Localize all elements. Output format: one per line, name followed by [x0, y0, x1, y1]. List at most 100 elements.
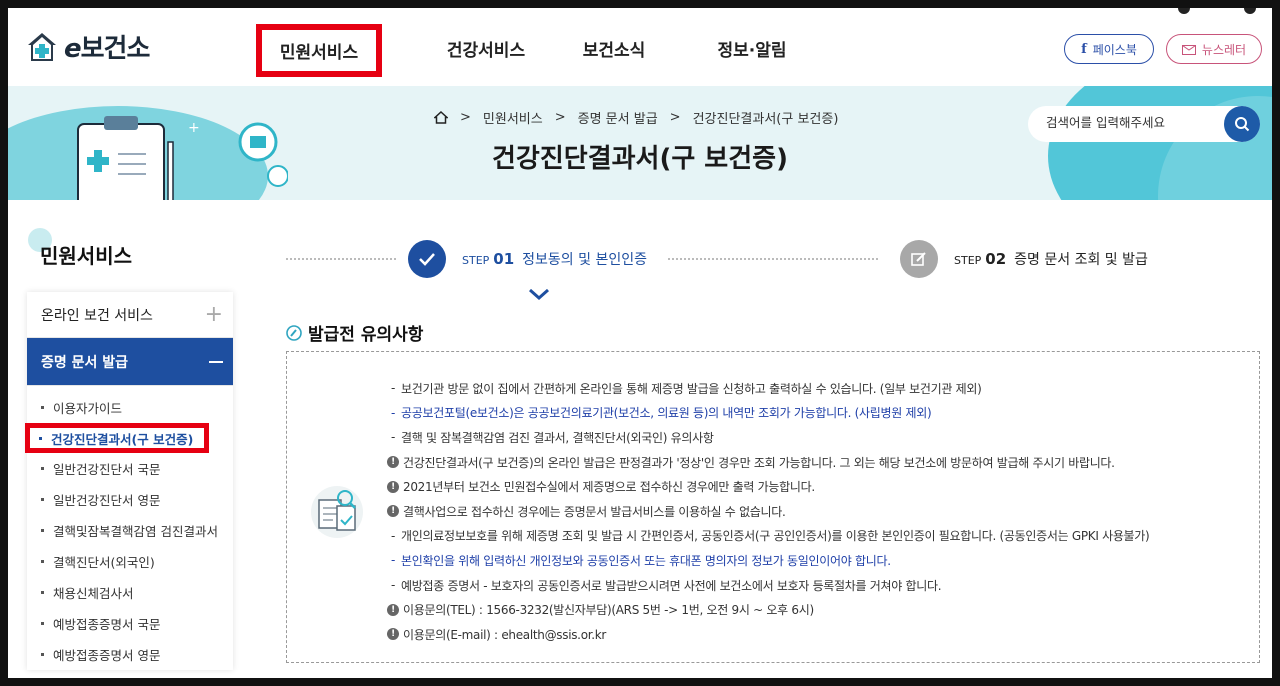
- sidebar-item-certificate[interactable]: 증명 문서 발급: [27, 338, 233, 386]
- submenu-item[interactable]: 채용신체검사서: [27, 577, 233, 608]
- exclamation-icon: !: [387, 480, 399, 493]
- site-header: e보건소 민원서비스 건강서비스 보건소식 정보·알림 f 페이스북 뉴스레터: [8, 8, 1272, 86]
- notice-text: 개인의료정보보호를 위해 제증명 조회 및 발급 시 간편인증서, 공동인증서(…: [401, 529, 1150, 544]
- notice-text: 2021년부터 보건소 민원접수실에서 제증명으로 접수하신 경우에만 출력 가…: [403, 480, 815, 495]
- search-button[interactable]: [1224, 106, 1260, 142]
- bullet-icon: [41, 406, 44, 409]
- bullet-icon: [41, 653, 44, 656]
- chevron-right-icon: >: [460, 110, 471, 125]
- notice-text: 건강진단결과서(구 보건증)의 온라인 발급은 판정결과가 '정상'인 경우만 …: [403, 455, 1115, 470]
- notice-text: 이용문의(E-mail) : ehealth@ssis.or.kr: [403, 627, 607, 642]
- submenu-label: 예방접종증명서 국문: [53, 617, 161, 632]
- nav-info-notice[interactable]: 정보·알림: [692, 24, 812, 77]
- nav-health-service[interactable]: 건강서비스: [416, 24, 556, 77]
- chevron-right-icon: >: [669, 110, 681, 125]
- sidebar-item-label: 증명 문서 발급: [41, 354, 129, 371]
- submenu-label: 결핵및잠복결핵감염 검진결과서: [53, 524, 218, 539]
- breadcrumb-item[interactable]: 민원서비스: [483, 108, 543, 127]
- home-icon[interactable]: [434, 111, 448, 124]
- notice-heading: 발급전 유의사항: [286, 320, 423, 345]
- plus-icon: +: [204, 301, 223, 327]
- submenu-item[interactable]: 일반건강진단서 영문: [27, 484, 233, 515]
- breadcrumb-item[interactable]: 증명 문서 발급: [578, 108, 658, 127]
- search-icon: [1235, 117, 1250, 132]
- newsletter-button[interactable]: 뉴스레터: [1166, 34, 1262, 64]
- exclamation-icon: !: [387, 505, 399, 518]
- page: e보건소 민원서비스 건강서비스 보건소식 정보·알림 f 페이스북 뉴스레터: [8, 8, 1272, 678]
- step-tag: STEP: [462, 254, 490, 267]
- svg-text:+: +: [188, 120, 200, 136]
- submenu-label: 채용신체검사서: [53, 586, 134, 601]
- breadcrumb-item[interactable]: 건강진단결과서(구 보건증): [693, 108, 839, 127]
- notice-item: - 예방접종 증명서 - 보호자의 공동인증서로 발급받으시려면 사전에 보건소에…: [391, 578, 942, 593]
- bullet-icon: [41, 498, 44, 501]
- notice-text: 본인확인을 위해 입력하신 개인정보와 공동인증서 또는 휴대폰 명의자의 정보…: [401, 553, 891, 568]
- submenu-label: 예방접종증명서 영문: [53, 648, 161, 663]
- notice-list: - 보건기관 방문 없이 집에서 간편하게 온라인을 통해 제증명 발급을 신청하…: [387, 376, 1150, 647]
- main-nav: 민원서비스 건강서비스 보건소식 정보·알림: [256, 24, 812, 77]
- newsletter-icon: [1181, 45, 1196, 55]
- submenu-label: 결핵진단서(외국인): [53, 555, 155, 570]
- submenu-label: 일반건강진단서 영문: [53, 493, 161, 508]
- notice-box: - 보건기관 방문 없이 집에서 간편하게 온라인을 통해 제증명 발급을 신청하…: [286, 351, 1260, 663]
- page-visual-banner: + + > 민원서비스 > 증명 문서 발급 > 건강진단결과서(구 보건증) …: [8, 86, 1272, 200]
- step-02-edit-icon: [900, 240, 938, 278]
- newsletter-label: 뉴스레터: [1201, 42, 1247, 57]
- notice-item: - 개인의료정보보호를 위해 제증명 조회 및 발급 시 간편인증서, 공동인증서…: [391, 528, 1150, 544]
- logo-prefix: e: [64, 34, 82, 64]
- submenu-label: 이용자가이드: [53, 401, 123, 416]
- bullet-icon: [41, 529, 44, 532]
- facebook-icon: f: [1081, 41, 1087, 57]
- document-search-icon: [311, 486, 363, 538]
- step-label: 증명 문서 조회 및 발급: [1014, 252, 1148, 268]
- notice-text: 예방접종 증명서 - 보호자의 공동인증서로 발급받으시려면 사전에 보건소에서…: [401, 578, 942, 593]
- facebook-label: 페이스북: [1092, 42, 1137, 57]
- submenu-item[interactable]: 일반건강진단서 국문: [27, 453, 233, 484]
- sidebar-title: 민원서비스: [40, 244, 132, 268]
- step-label: 정보동의 및 본인인증: [522, 252, 647, 268]
- submenu-item[interactable]: 예방접종증명서 영문: [27, 639, 233, 670]
- notice-item-highlight: - 본인확인을 위해 입력하신 개인정보와 공동인증서 또는 휴대폰 명의자의 정…: [391, 553, 891, 568]
- submenu-label: 건강진단결과서(구 보건증): [51, 431, 194, 447]
- bullet-icon: [41, 467, 44, 470]
- submenu-item[interactable]: 결핵진단서(외국인): [27, 546, 233, 577]
- notice-text: 공공보건포털(e보건소)은 공공보건의료기관(보건소, 의료원 등)의 내역만 …: [401, 406, 932, 421]
- nav-civil-service[interactable]: 민원서비스: [256, 24, 382, 77]
- sidebar-item-online-health[interactable]: 온라인 보건 서비스 +: [27, 292, 233, 338]
- submenu-item[interactable]: 결핵및잠복결핵감염 검진결과서: [27, 515, 233, 546]
- step-indicator: STEP 01 정보동의 및 본인인증 STEP 02 증명 문서 조회 및 발급: [286, 238, 1246, 300]
- submenu-item-current[interactable]: 건강진단결과서(구 보건증): [25, 423, 209, 453]
- search-box: [1028, 106, 1260, 142]
- pencil-circle-icon: [286, 324, 302, 341]
- chevron-right-icon: >: [554, 110, 566, 125]
- bullet-icon: [41, 591, 44, 594]
- notice-item-warning: ! 결핵사업으로 접수하신 경우에는 증명문서 발급서비스를 이용하실 수 없습니…: [387, 499, 1149, 524]
- notice-item-warning: ! 건강진단결과서(구 보건증)의 온라인 발급은 판정결과가 '정상'인 경우만…: [387, 450, 1149, 475]
- top-edge-dot: [1244, 8, 1256, 14]
- breadcrumb: > 민원서비스 > 증명 문서 발급 > 건강진단결과서(구 보건증): [434, 108, 838, 127]
- submenu-item[interactable]: 이용자가이드: [27, 392, 233, 423]
- facebook-button[interactable]: f 페이스북: [1064, 34, 1154, 64]
- sidebar-submenu: 이용자가이드 건강진단결과서(구 보건증) 일반건강진단서 국문 일반건강진단서…: [25, 386, 233, 670]
- bullet-icon: [39, 436, 42, 440]
- step-02: STEP 02 증명 문서 조회 및 발급: [954, 249, 1148, 269]
- minus-icon: [209, 360, 223, 363]
- exclamation-icon: !: [387, 603, 399, 616]
- exclamation-icon: !: [387, 456, 399, 469]
- bullet-icon: [41, 622, 44, 625]
- sidebar-item-label: 온라인 보건 서비스: [41, 307, 153, 324]
- notice-text: 이용문의(TEL) : 1566-3232(발신자부담)(ARS 5번 -> 1…: [403, 603, 814, 618]
- nav-health-news[interactable]: 보건소식: [566, 24, 662, 77]
- notice-text: 보건기관 방문 없이 집에서 간편하게 온라인을 통해 제증명 발급을 신청하고…: [401, 381, 982, 396]
- notice-text: 결핵 및 잠복결핵감염 검진 결과서, 결핵진단서(외국인) 유의사항: [401, 430, 714, 445]
- notice-item-warning: ! 이용문의(E-mail) : ehealth@ssis.or.kr: [387, 622, 1149, 647]
- notice-item: - 보건기관 방문 없이 집에서 간편하게 온라인을 통해 제증명 발급을 신청하…: [391, 381, 982, 396]
- site-logo[interactable]: e보건소: [26, 28, 150, 65]
- submenu-item[interactable]: 예방접종증명서 국문: [27, 608, 233, 639]
- sidebar-menu: 온라인 보건 서비스 + 증명 문서 발급 이용자가이드 건강진단결과서(구 보…: [25, 292, 233, 670]
- step-number: 02: [985, 250, 1007, 268]
- search-input[interactable]: [1046, 115, 1216, 130]
- notice-item-warning: ! 2021년부터 보건소 민원접수실에서 제증명으로 접수하신 경우에만 출력 …: [387, 474, 1149, 499]
- step-01: STEP 01 정보동의 및 본인인증: [462, 249, 647, 269]
- notice-item: - 결핵 및 잠복결핵감염 검진 결과서, 결핵진단서(외국인) 유의사항: [391, 430, 714, 445]
